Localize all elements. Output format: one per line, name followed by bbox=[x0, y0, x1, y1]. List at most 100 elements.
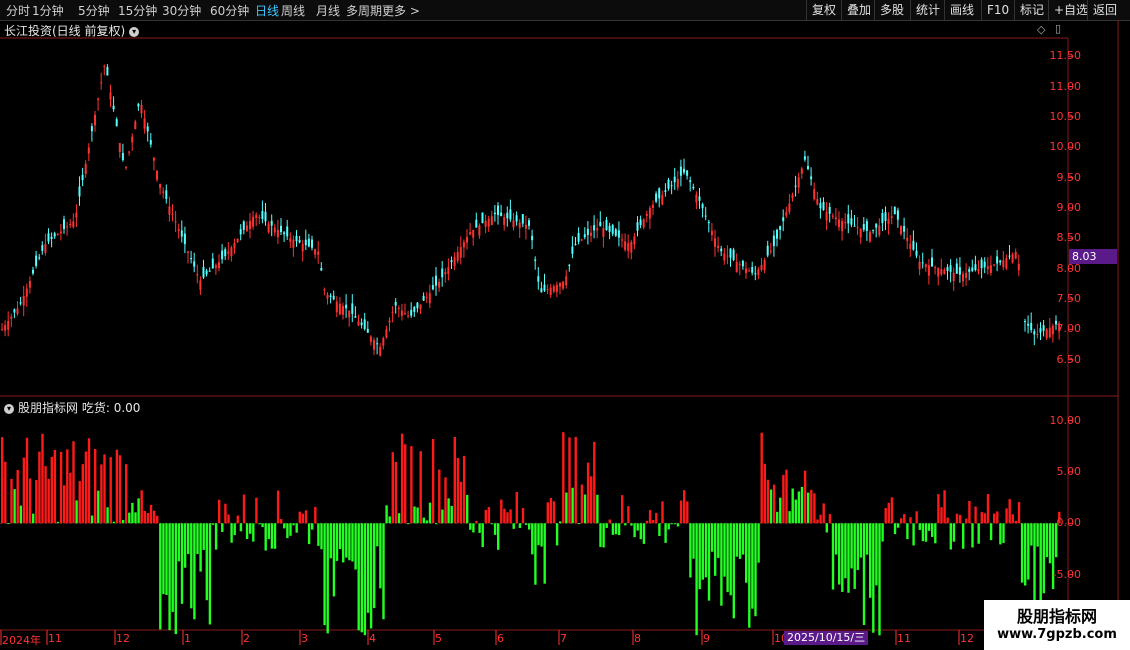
candle-body bbox=[528, 220, 530, 226]
candle-body bbox=[218, 262, 220, 268]
indicator-bar bbox=[555, 523, 559, 546]
indicator-bar bbox=[394, 461, 398, 524]
indicator-bar bbox=[314, 506, 317, 524]
panel-toggle-icon[interactable]: ▯ bbox=[1055, 22, 1061, 35]
candle-body bbox=[419, 304, 422, 310]
indicator-bar bbox=[159, 523, 162, 630]
candle-body bbox=[512, 220, 515, 228]
candle-body bbox=[456, 252, 459, 261]
indicator-bar bbox=[534, 523, 537, 585]
indicator-bar bbox=[69, 472, 72, 524]
candle-body bbox=[695, 194, 698, 203]
candle-body bbox=[983, 261, 986, 268]
candle-body bbox=[292, 239, 295, 248]
indicator-bar bbox=[670, 523, 673, 525]
candle-body bbox=[239, 229, 242, 235]
candle-body bbox=[103, 65, 106, 67]
watermark-url: www.7gpzb.com bbox=[997, 627, 1117, 642]
candle-body bbox=[831, 215, 834, 217]
indicator-bar bbox=[776, 511, 779, 524]
candle-body bbox=[776, 229, 778, 239]
candle-body bbox=[540, 288, 543, 293]
candle-body bbox=[596, 228, 599, 231]
indicator-bar bbox=[810, 489, 813, 524]
candle-body bbox=[422, 295, 425, 301]
candle-body bbox=[717, 245, 720, 248]
price-tick-label: 9.50 bbox=[1056, 170, 1082, 184]
candle-body bbox=[56, 233, 59, 236]
candle-body bbox=[723, 253, 726, 261]
indicator-bar bbox=[608, 519, 611, 524]
candle-body bbox=[655, 193, 658, 202]
candle-body bbox=[751, 267, 754, 273]
candle-body bbox=[224, 249, 227, 257]
date-tick-label: 7 bbox=[560, 632, 567, 645]
indicator-bar bbox=[927, 523, 931, 531]
indicator-bar bbox=[658, 523, 661, 536]
indicator-bar bbox=[546, 502, 549, 524]
indicator-bar bbox=[943, 490, 946, 524]
candle-body bbox=[1030, 323, 1033, 331]
indicator-bar bbox=[301, 513, 305, 524]
indicator-bar bbox=[66, 449, 69, 524]
candle-body bbox=[686, 170, 689, 176]
indicator-bar bbox=[462, 455, 466, 524]
candle-body bbox=[66, 226, 69, 228]
indicator-bar bbox=[342, 523, 345, 563]
indicator-bar bbox=[689, 523, 692, 578]
indicator-bar bbox=[521, 508, 525, 524]
candle-body bbox=[140, 105, 143, 114]
chart-canvas[interactable] bbox=[0, 0, 1130, 650]
date-tick-label: 3 bbox=[301, 632, 308, 645]
candle-body bbox=[177, 229, 180, 231]
indicator-bar bbox=[509, 509, 512, 524]
indicator-bar bbox=[385, 505, 388, 524]
indicator-bar bbox=[893, 523, 897, 535]
candle-body bbox=[803, 156, 806, 160]
candle-body bbox=[159, 183, 162, 189]
indicator-bar bbox=[41, 433, 44, 524]
date-tick-label: 11 bbox=[48, 632, 62, 645]
indicator-bar bbox=[695, 523, 698, 636]
indicator-bar bbox=[528, 523, 531, 530]
indicator-bar bbox=[137, 498, 140, 524]
indicator-bar bbox=[664, 523, 667, 543]
chevron-down-icon[interactable]: ▾ bbox=[129, 26, 140, 37]
candle-body bbox=[388, 320, 391, 323]
candle-body bbox=[143, 118, 146, 129]
indicator-bar bbox=[326, 523, 329, 634]
candle-body bbox=[174, 221, 177, 223]
candle-body bbox=[710, 230, 713, 236]
candle-body bbox=[518, 222, 521, 228]
indicator-bar bbox=[890, 497, 894, 524]
diamond-icon[interactable]: ◇ bbox=[1037, 23, 1045, 36]
candle-body bbox=[754, 273, 757, 275]
candle-body bbox=[332, 295, 335, 300]
indicator-bar bbox=[143, 510, 146, 524]
indicator-bar bbox=[586, 462, 590, 524]
chevron-down-icon[interactable]: ▾ bbox=[4, 403, 14, 414]
indicator-bar bbox=[478, 523, 481, 533]
candle-body bbox=[90, 126, 93, 132]
candle-body bbox=[748, 270, 751, 272]
indicator-bar bbox=[831, 523, 835, 590]
candle-body bbox=[816, 199, 819, 205]
indicator-bar bbox=[931, 523, 934, 537]
indicator-bar bbox=[921, 523, 925, 542]
indicator-bar bbox=[698, 523, 701, 590]
candle-body bbox=[996, 256, 999, 264]
indicator-bar bbox=[431, 438, 435, 524]
indicator-bar bbox=[1014, 520, 1018, 524]
candle-body bbox=[354, 316, 357, 318]
indicator-bar bbox=[710, 523, 714, 552]
indicator-bar bbox=[611, 523, 615, 535]
indicator-bar bbox=[813, 493, 816, 524]
candle-body bbox=[183, 233, 186, 245]
candle-body bbox=[100, 82, 103, 84]
indicator-bar bbox=[404, 444, 407, 524]
candle-body bbox=[515, 215, 518, 222]
indicator-bar bbox=[986, 494, 990, 524]
indicator-bar bbox=[78, 481, 81, 524]
date-tick-label: 12 bbox=[116, 632, 130, 645]
candle-body bbox=[28, 281, 31, 288]
